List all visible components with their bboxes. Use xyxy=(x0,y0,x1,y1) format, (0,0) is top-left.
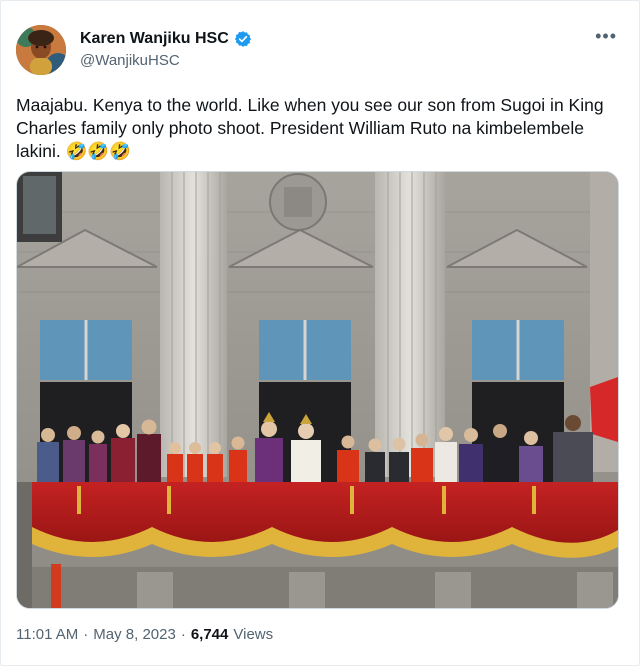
avatar[interactable] xyxy=(16,25,66,75)
meta-separator: · xyxy=(83,626,89,643)
name-row: Karen Wanjiku HSC xyxy=(80,30,252,48)
tweet-meta: 11:01 AM · May 8, 2023 · 6,744 Views xyxy=(16,626,273,643)
balcony-drape xyxy=(32,482,618,544)
display-name[interactable]: Karen Wanjiku HSC xyxy=(80,30,229,48)
avatar-image xyxy=(16,25,66,75)
balcony-photo xyxy=(17,172,618,608)
verified-badge-icon xyxy=(234,30,252,48)
tweet-date[interactable]: May 8, 2023 xyxy=(93,626,176,643)
tweet-time[interactable]: 11:01 AM xyxy=(16,626,78,643)
tweet-card: Karen Wanjiku HSC @WanjikuHSC ••• Maajab… xyxy=(0,0,640,666)
views-count[interactable]: 6,744 xyxy=(191,626,229,643)
more-horizontal-icon[interactable]: ••• xyxy=(595,27,617,45)
user-handle[interactable]: @WanjikuHSC xyxy=(80,52,180,69)
tweet-photo[interactable] xyxy=(16,171,619,609)
views-label[interactable]: Views xyxy=(233,626,273,643)
laughing-emoji-icon: 🤣🤣🤣 xyxy=(65,142,131,162)
meta-separator: · xyxy=(180,626,186,643)
tweet-text: Maajabu. Kenya to the world. Like when y… xyxy=(16,94,616,164)
